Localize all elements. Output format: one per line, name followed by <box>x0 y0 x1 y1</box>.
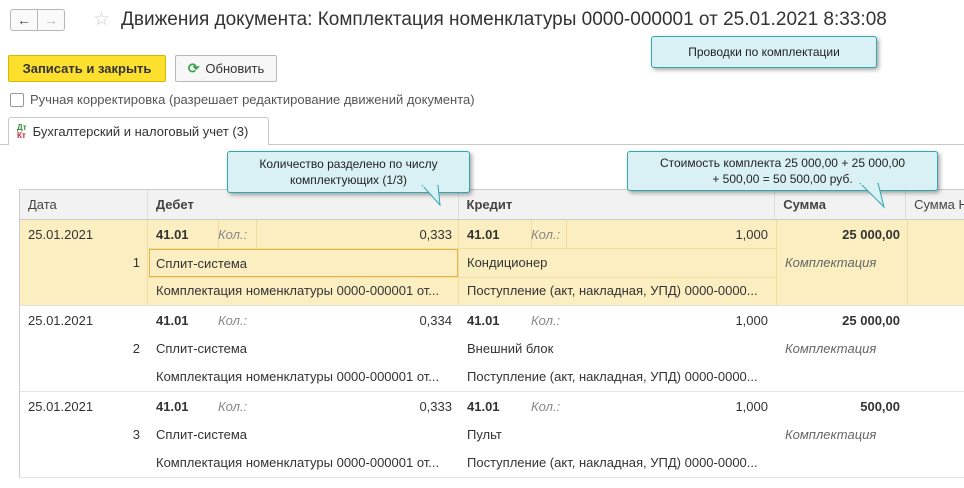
header-date[interactable]: Дата <box>20 190 148 219</box>
kredit-qty[interactable]: 1,000 <box>670 393 768 421</box>
kredit-qty-label: Кол.: <box>531 399 561 414</box>
callout-cost: Стоимость комплекта 25 000,00 + 25 000,0… <box>627 151 938 191</box>
refresh-button[interactable]: ⟳ Обновить <box>175 55 277 82</box>
back-button[interactable]: ← <box>10 9 38 31</box>
debet-qty[interactable]: 0,333 <box>360 393 452 421</box>
kredit-account[interactable]: 41.01 <box>467 221 500 249</box>
debet-subconto[interactable]: Сплит-система <box>149 249 458 277</box>
kredit-subconto[interactable]: Внешний блок <box>467 335 773 363</box>
refresh-icon: ⟳ <box>187 60 200 76</box>
debet-document[interactable]: Комплектация номенклатуры 0000-000001 от… <box>156 277 458 305</box>
debet-qty-label: Кол.: <box>218 399 248 414</box>
row-summa[interactable]: 500,00 <box>785 393 900 421</box>
debet-document[interactable]: Комплектация номенклатуры 0000-000001 от… <box>156 449 458 477</box>
row-number: 3 <box>132 427 140 442</box>
forward-button[interactable]: → <box>37 9 65 31</box>
kredit-account[interactable]: 41.01 <box>467 393 500 421</box>
arrow-right-icon: → <box>44 12 58 28</box>
row-summa[interactable]: 25 000,00 <box>785 221 900 249</box>
debet-qty[interactable]: 0,334 <box>360 307 452 335</box>
debet-document[interactable]: Комплектация номенклатуры 0000-000001 от… <box>156 363 458 391</box>
debet-account[interactable]: 41.01 <box>156 307 189 335</box>
page-title: Движения документа: Комплектация номенкл… <box>121 9 887 30</box>
tab-label: Бухгалтерский и налоговый учет (3) <box>32 124 249 139</box>
manual-correction-label: Ручная корректировка (разрешает редактир… <box>30 92 475 107</box>
debet-qty-label: Кол.: <box>218 313 248 328</box>
star-icon[interactable]: ☆ <box>93 8 110 31</box>
callout-postings: Проводки по комплектации <box>651 36 877 68</box>
tab-accounting[interactable]: Дт Кт Бухгалтерский и налоговый учет (3) <box>8 117 269 145</box>
row-number: 2 <box>132 341 140 356</box>
postings-table: Дата Дебет Кредит Сумма Сумма Н 25.01.20… <box>19 189 964 478</box>
row-summa[interactable]: 25 000,00 <box>785 307 900 335</box>
row-content[interactable]: Комплектация <box>785 421 876 449</box>
debet-subconto[interactable]: Сплит-система <box>156 335 458 363</box>
debet-account[interactable]: 41.01 <box>156 393 189 421</box>
row-number: 1 <box>132 255 140 270</box>
table-row[interactable]: 25.01.2021 1 41.01 Кол.: 0,333 Сплит-сис… <box>20 220 964 306</box>
kredit-document[interactable]: Поступление (акт, накладная, УПД) 0000-0… <box>467 363 773 391</box>
dt-kt-icon: Дт Кт <box>17 122 27 140</box>
kredit-document[interactable]: Поступление (акт, накладная, УПД) 0000-0… <box>467 277 773 305</box>
kredit-qty-label: Кол.: <box>531 313 561 328</box>
kredit-qty[interactable]: 1,000 <box>670 221 768 249</box>
kredit-qty-label: Кол.: <box>531 227 561 242</box>
callout-cost-tail <box>859 183 885 209</box>
debet-account[interactable]: 41.01 <box>156 221 189 249</box>
callout-quantity-tail <box>421 185 441 207</box>
table-row[interactable]: 25.01.2021 3 41.01 Кол.: 0,333 Сплит-сис… <box>20 392 964 478</box>
debet-qty[interactable]: 0,333 <box>360 221 452 249</box>
header-debet[interactable]: Дебет <box>148 190 459 219</box>
row-date: 25.01.2021 <box>28 313 94 328</box>
manual-correction-row[interactable]: Ручная корректировка (разрешает редактир… <box>10 92 475 107</box>
row-content[interactable]: Комплектация <box>785 249 876 277</box>
arrow-left-icon: ← <box>17 12 31 28</box>
kredit-document[interactable]: Поступление (акт, накладная, УПД) 0000-0… <box>467 449 773 477</box>
header-summa-n[interactable]: Сумма Н <box>906 190 964 219</box>
row-date: 25.01.2021 <box>28 399 94 414</box>
table-row[interactable]: 25.01.2021 2 41.01 Кол.: 0,334 Сплит-сис… <box>20 306 964 392</box>
debet-qty-label: Кол.: <box>218 227 248 242</box>
row-date: 25.01.2021 <box>28 227 94 242</box>
kredit-qty[interactable]: 1,000 <box>670 307 768 335</box>
debet-subconto[interactable]: Сплит-система <box>156 421 458 449</box>
manual-correction-checkbox[interactable] <box>10 92 24 107</box>
save-close-button[interactable]: Записать и закрыть <box>8 55 166 82</box>
kredit-subconto[interactable]: Пульт <box>467 421 773 449</box>
refresh-label: Обновить <box>205 61 265 76</box>
kredit-account[interactable]: 41.01 <box>467 307 500 335</box>
header-kredit[interactable]: Кредит <box>459 190 776 219</box>
row-content[interactable]: Комплектация <box>785 335 876 363</box>
table-header: Дата Дебет Кредит Сумма Сумма Н <box>20 189 964 220</box>
kredit-subconto[interactable]: Кондиционер <box>467 249 773 277</box>
